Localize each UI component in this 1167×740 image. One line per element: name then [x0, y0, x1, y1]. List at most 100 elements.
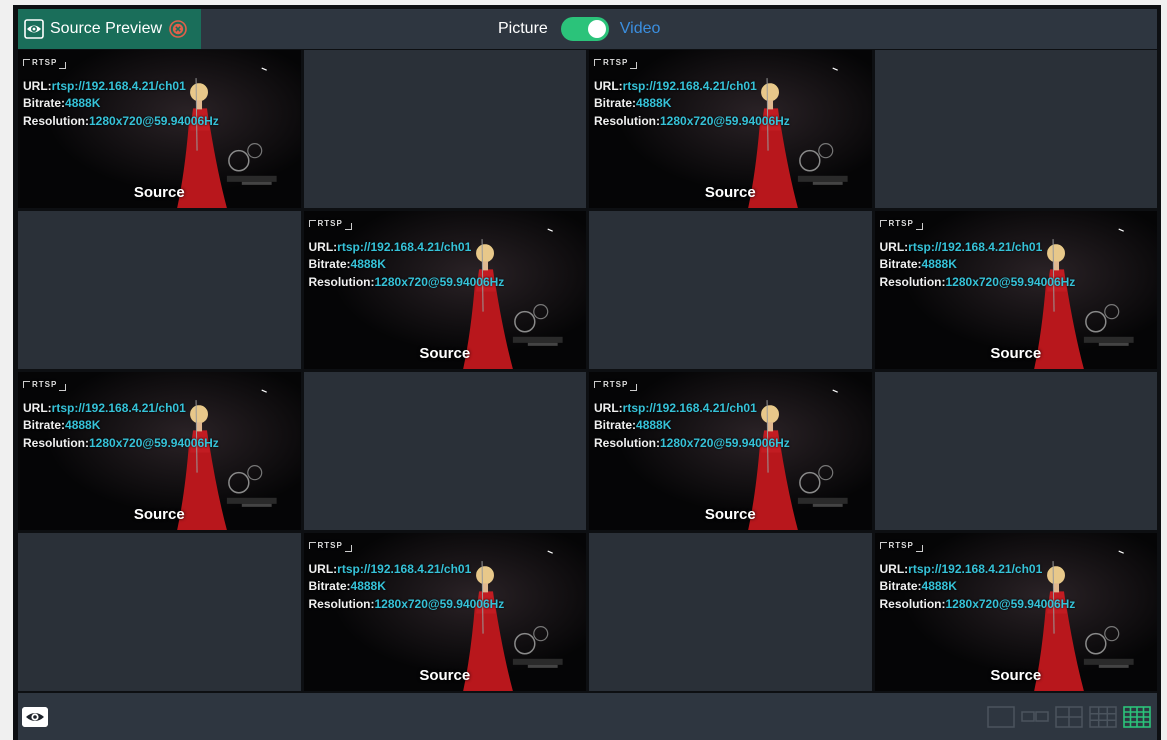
- bitrate-line: Bitrate:4888K: [23, 417, 219, 435]
- protocol-badge: RTSP: [23, 54, 219, 72]
- protocol-label: RTSP: [603, 58, 629, 67]
- bitrate-line: Bitrate:4888K: [880, 256, 1076, 274]
- preview-cell-empty[interactable]: [18, 211, 301, 369]
- preview-cell-empty[interactable]: [303, 372, 586, 530]
- layout-1x1-icon[interactable]: [987, 706, 1015, 728]
- bitrate-value: 4888K: [636, 96, 672, 110]
- resolution-value: 1280x720@59.94006Hz: [945, 274, 1076, 289]
- url-line: URL:rtsp://192.168.4.21/ch01: [309, 561, 505, 579]
- url-line: URL:rtsp://192.168.4.21/ch01: [880, 239, 1076, 257]
- preview-cell-empty[interactable]: [18, 533, 301, 691]
- url-line: URL:rtsp://192.168.4.21/ch01: [594, 400, 790, 418]
- stream-info: RTSP URL:rtsp://192.168.4.21/ch01 Bitrat…: [879, 215, 1076, 291]
- resolution-value: 1280x720@59.94006Hz: [945, 596, 1076, 611]
- stream-info: RTSP URL:rtsp://192.168.4.21/ch01 Bitrat…: [23, 54, 219, 130]
- bitrate-value: 4888K: [636, 418, 672, 432]
- url-label: URL:: [594, 78, 623, 93]
- url-value: rtsp://192.168.4.21/ch01: [622, 400, 757, 415]
- layout-2x2-icon[interactable]: [1055, 706, 1083, 728]
- layout-3x3-icon[interactable]: [1089, 706, 1117, 728]
- preview-cell-empty[interactable]: [589, 533, 872, 691]
- url-label: URL:: [879, 239, 909, 254]
- preview-cell-empty[interactable]: [589, 211, 872, 369]
- bitrate-value: 4888K: [350, 579, 386, 593]
- mode-picture-label[interactable]: Picture: [498, 20, 548, 38]
- bitrate-label: Bitrate:: [23, 418, 66, 432]
- protocol-label: RTSP: [317, 219, 343, 228]
- layout-4x4-icon[interactable]: [1123, 706, 1151, 728]
- source-label: Source: [419, 667, 471, 684]
- bitrate-value: 4888K: [921, 257, 957, 271]
- preview-cell-video[interactable]: RTSP URL:rtsp://192.168.4.21/ch01 Bitrat…: [303, 533, 586, 691]
- source-preview-tab[interactable]: Source Preview: [18, 9, 201, 49]
- bitrate-label: Bitrate:: [594, 418, 637, 432]
- bitrate-value: 4888K: [65, 418, 101, 432]
- source-label: Source: [704, 506, 756, 523]
- stream-info: RTSP URL:rtsp://192.168.4.21/ch01 Bitrat…: [23, 376, 219, 452]
- url-line: URL:rtsp://192.168.4.21/ch01: [23, 78, 219, 96]
- url-value: rtsp://192.168.4.21/ch01: [908, 561, 1043, 576]
- protocol-label: RTSP: [317, 541, 343, 550]
- protocol-badge: RTSP: [594, 376, 790, 394]
- protocol-label: RTSP: [603, 380, 629, 389]
- protocol-label: RTSP: [32, 380, 58, 389]
- header-bar: Source Preview Picture Video: [18, 9, 1157, 49]
- bitrate-line: Bitrate:4888K: [309, 256, 505, 274]
- resolution-label: Resolution:: [594, 113, 660, 128]
- protocol-badge: RTSP: [308, 215, 505, 233]
- protocol-badge: RTSP: [879, 537, 1076, 555]
- source-label: Source: [133, 184, 185, 201]
- bitrate-line: Bitrate:4888K: [23, 95, 219, 113]
- source-label: Source: [419, 345, 471, 362]
- url-label: URL:: [594, 400, 623, 415]
- bitrate-line: Bitrate:4888K: [309, 578, 505, 596]
- mode-switch: Picture Video: [498, 9, 660, 49]
- resolution-line: Resolution:1280x720@59.94006Hz: [23, 113, 219, 131]
- resolution-value: 1280x720@59.94006Hz: [89, 435, 219, 450]
- stream-info: RTSP URL:rtsp://192.168.4.21/ch01 Bitrat…: [879, 537, 1076, 614]
- preview-cell-video[interactable]: RTSP URL:rtsp://192.168.4.21/ch01 Bitrat…: [874, 533, 1157, 691]
- resolution-line: Resolution:1280x720@59.94006Hz: [309, 274, 505, 292]
- stream-info: RTSP URL:rtsp://192.168.4.21/ch01 Bitrat…: [308, 537, 505, 613]
- eye-icon[interactable]: [22, 707, 48, 727]
- bitrate-label: Bitrate:: [879, 257, 922, 271]
- preview-cell-video[interactable]: RTSP URL:rtsp://192.168.4.21/ch01 Bitrat…: [303, 211, 586, 369]
- mode-toggle[interactable]: [560, 17, 609, 41]
- preview-cell-video[interactable]: RTSP URL:rtsp://192.168.4.21/ch01 Bitrat…: [589, 372, 872, 530]
- toggle-knob: [587, 20, 606, 38]
- preview-cell-empty[interactable]: [303, 50, 586, 208]
- resolution-label: Resolution:: [23, 113, 89, 128]
- preview-eye-icon: [24, 19, 44, 39]
- resolution-label: Resolution:: [23, 435, 89, 450]
- bitrate-value: 4888K: [65, 96, 101, 110]
- preview-cell-video[interactable]: RTSP URL:rtsp://192.168.4.21/ch01 Bitrat…: [18, 50, 301, 208]
- protocol-badge: RTSP: [23, 376, 219, 394]
- bitrate-label: Bitrate:: [23, 96, 66, 110]
- url-label: URL:: [879, 561, 909, 576]
- layout-switcher: [987, 706, 1151, 728]
- protocol-badge: RTSP: [594, 54, 790, 72]
- preview-cell-video[interactable]: RTSP URL:rtsp://192.168.4.21/ch01 Bitrat…: [874, 211, 1157, 369]
- close-icon[interactable]: [169, 20, 187, 38]
- resolution-label: Resolution:: [594, 435, 660, 450]
- stream-info: RTSP URL:rtsp://192.168.4.21/ch01 Bitrat…: [594, 54, 790, 130]
- preview-cell-video[interactable]: RTSP URL:rtsp://192.168.4.21/ch01 Bitrat…: [589, 50, 872, 208]
- url-label: URL:: [308, 561, 338, 576]
- resolution-line: Resolution:1280x720@59.94006Hz: [880, 596, 1076, 614]
- bitrate-value: 4888K: [350, 257, 386, 271]
- resolution-value: 1280x720@59.94006Hz: [660, 113, 790, 128]
- source-label: Source: [990, 345, 1042, 362]
- url-label: URL:: [308, 239, 338, 254]
- preview-cell-empty[interactable]: [874, 372, 1157, 530]
- url-line: URL:rtsp://192.168.4.21/ch01: [594, 78, 790, 96]
- resolution-value: 1280x720@59.94006Hz: [374, 274, 505, 289]
- bitrate-label: Bitrate:: [594, 96, 637, 110]
- preview-cell-empty[interactable]: [874, 50, 1157, 208]
- mode-video-label[interactable]: Video: [620, 20, 661, 38]
- resolution-value: 1280x720@59.94006Hz: [660, 435, 790, 450]
- source-label: Source: [133, 506, 185, 523]
- url-value: rtsp://192.168.4.21/ch01: [622, 78, 757, 93]
- layout-1x2-icon[interactable]: [1021, 706, 1049, 728]
- source-label: Source: [990, 667, 1042, 684]
- preview-cell-video[interactable]: RTSP URL:rtsp://192.168.4.21/ch01 Bitrat…: [18, 372, 301, 530]
